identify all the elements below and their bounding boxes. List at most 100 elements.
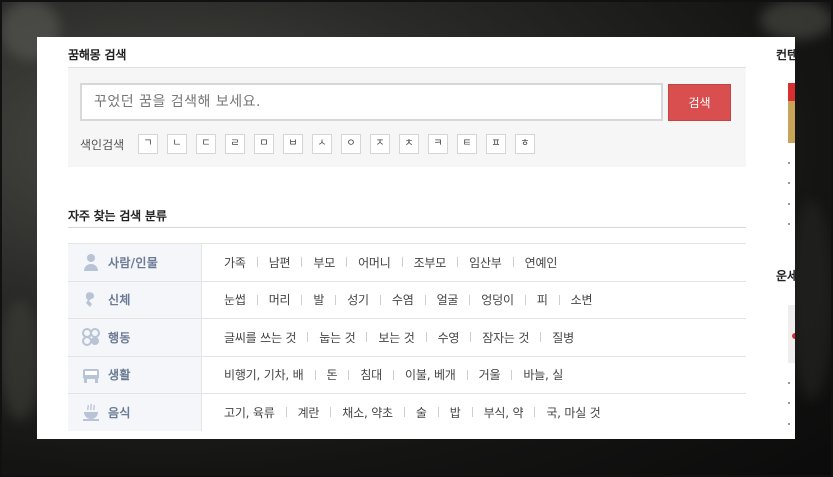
- index-key[interactable]: ㅂ: [283, 134, 303, 154]
- search-input[interactable]: 꾸었던 꿈을 검색해 보세요.: [80, 83, 663, 121]
- category-link[interactable]: 수염: [392, 291, 414, 308]
- separator: [512, 257, 514, 268]
- index-search-label: 색인검색: [80, 138, 125, 152]
- category-link[interactable]: 임산부: [469, 254, 502, 271]
- category-header: 신체: [68, 281, 202, 318]
- index-key[interactable]: ㄴ: [167, 134, 187, 154]
- main-column: 꿈해몽 검색 꾸었던 꿈을 검색해 보세요. 검색 색인검색 ㄱㄴㄷㄹㅁㅂㅅㅇㅈ…: [37, 37, 747, 439]
- index-key[interactable]: ㅋ: [428, 134, 448, 154]
- list-bullet: [788, 402, 790, 404]
- index-key[interactable]: ㅊ: [399, 134, 419, 154]
- separator: [425, 332, 427, 343]
- category-link[interactable]: 이불, 베개: [405, 366, 456, 383]
- background-blur: [0, 300, 40, 420]
- separator: [457, 257, 459, 268]
- category-link[interactable]: 보는 것: [378, 329, 414, 346]
- separator: [366, 332, 368, 343]
- category-link[interactable]: 계란: [298, 404, 320, 421]
- index-key[interactable]: ㅍ: [486, 134, 506, 154]
- category-link[interactable]: 남편: [269, 254, 291, 271]
- index-key[interactable]: ㅇ: [341, 134, 361, 154]
- category-link[interactable]: 눕는 것: [319, 329, 355, 346]
- index-key[interactable]: ㅁ: [254, 134, 274, 154]
- category-link[interactable]: 연예인: [525, 254, 558, 271]
- category-link[interactable]: 조부모: [414, 254, 447, 271]
- action-icon: [81, 327, 101, 347]
- category-link[interactable]: 술: [416, 404, 427, 421]
- separator: [256, 294, 258, 305]
- category-link[interactable]: 잠자는 것: [482, 329, 529, 346]
- search-box: 꾸었던 꿈을 검색해 보세요. 검색 색인검색 ㄱㄴㄷㄹㅁㅂㅅㅇㅈㅊㅋㅌㅍㅎ: [68, 67, 746, 167]
- separator: [346, 257, 348, 268]
- category-row: 생활 비행기, 기차, 배 돈 침대 이불, 베개 거울 바늘, 실: [68, 355, 746, 393]
- index-key[interactable]: ㄱ: [138, 134, 158, 154]
- separator: [403, 407, 405, 418]
- category-link[interactable]: 질병: [552, 329, 574, 346]
- category-link[interactable]: 고기, 육류: [224, 404, 275, 421]
- index-key[interactable]: ㅅ: [312, 134, 332, 154]
- category-section-title: 자주 찾는 검색 분류: [68, 209, 167, 223]
- category-row: 신체 눈썹 머리 발 성기 수염 얼굴 엉덩이 피 소변: [68, 280, 746, 318]
- category-header: 행동: [68, 319, 202, 356]
- content-panel: 꿈해몽 검색 꾸었던 꿈을 검색해 보세요. 검색 색인검색 ㄱㄴㄷㄹㅁㅂㅅㅇㅈ…: [37, 37, 795, 439]
- category-link[interactable]: 발: [313, 291, 324, 308]
- index-key[interactable]: ㄷ: [196, 134, 216, 154]
- category-link[interactable]: 거울: [479, 366, 501, 383]
- category-link[interactable]: 국, 마실 것: [546, 404, 600, 421]
- category-row: 행동 글씨를 쓰는 것 눕는 것 보는 것 수영 잠자는 것 질병: [68, 318, 746, 356]
- separator: [301, 294, 303, 305]
- sidebar-thumbnail[interactable]: [788, 305, 795, 363]
- background-blur: [790, 200, 833, 400]
- search-button[interactable]: 검색: [668, 84, 731, 121]
- category-link[interactable]: 부식, 약: [484, 404, 524, 421]
- category-link[interactable]: 돈: [327, 366, 338, 383]
- category-header: 사람/인물: [68, 244, 202, 281]
- category-link[interactable]: 글씨를 쓰는 것: [224, 329, 296, 346]
- index-key[interactable]: ㅎ: [515, 134, 535, 154]
- sidebar: 컨텐 운세: [747, 37, 795, 439]
- category-link[interactable]: 비행기, 기차, 배: [224, 366, 304, 383]
- index-key[interactable]: ㄹ: [225, 134, 245, 154]
- category-link[interactable]: 엉덩이: [481, 291, 514, 308]
- separator: [285, 407, 287, 418]
- category-link[interactable]: 어머니: [358, 254, 391, 271]
- separator: [511, 369, 513, 380]
- separator: [301, 257, 303, 268]
- category-name: 음식: [108, 405, 131, 420]
- separator: [330, 407, 332, 418]
- category-items: 눈썹 머리 발 성기 수염 얼굴 엉덩이 피 소변: [202, 291, 593, 308]
- background-blur: [760, 0, 833, 40]
- separator: [424, 294, 426, 305]
- category-link[interactable]: 침대: [360, 366, 382, 383]
- category-link[interactable]: 피: [537, 291, 548, 308]
- category-link[interactable]: 바늘, 실: [523, 366, 563, 383]
- category-name: 생활: [108, 368, 131, 383]
- category-link[interactable]: 부모: [313, 254, 335, 271]
- category-items: 글씨를 쓰는 것 눕는 것 보는 것 수영 잠자는 것 질병: [202, 329, 574, 346]
- category-link[interactable]: 성기: [347, 291, 369, 308]
- separator: [335, 294, 337, 305]
- category-link[interactable]: 소변: [571, 291, 593, 308]
- category-link[interactable]: 밥: [450, 404, 461, 421]
- separator: [466, 369, 468, 380]
- person-icon: [81, 252, 101, 272]
- list-bullet: [788, 423, 790, 425]
- separator: [524, 294, 526, 305]
- category-header: 음식: [68, 394, 202, 431]
- sidebar-title-fortune: 운세: [776, 269, 795, 283]
- category-items: 가족 남편 부모 어머니 조부모 임산부 연예인: [202, 254, 557, 271]
- index-key[interactable]: ㅈ: [370, 134, 390, 154]
- category-link[interactable]: 얼굴: [437, 291, 459, 308]
- separator: [470, 332, 472, 343]
- category-link[interactable]: 수영: [438, 329, 460, 346]
- category-link[interactable]: 채소, 약초: [342, 404, 393, 421]
- category-link[interactable]: 눈썹: [224, 291, 246, 308]
- sidebar-thumbnail[interactable]: [788, 83, 795, 143]
- separator: [256, 257, 258, 268]
- index-key[interactable]: ㅌ: [457, 134, 477, 154]
- separator: [401, 257, 403, 268]
- list-bullet: [788, 382, 790, 384]
- category-link[interactable]: 머리: [269, 291, 291, 308]
- category-link[interactable]: 가족: [224, 254, 246, 271]
- category-items: 고기, 육류 계란 채소, 약초 술 밥 부식, 약 국, 마실 것: [202, 404, 601, 421]
